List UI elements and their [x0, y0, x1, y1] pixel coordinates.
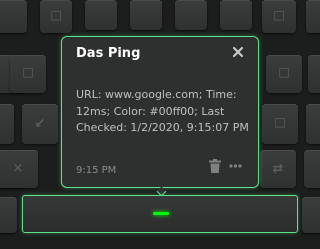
key	[220, 0, 252, 30]
key-glyph-icon: ⇄	[272, 161, 284, 177]
key	[0, 0, 27, 33]
ping-key[interactable]	[22, 195, 298, 233]
key	[0, 197, 17, 233]
popup-title: Das Ping	[76, 46, 141, 61]
key: ☐	[10, 55, 46, 93]
key-glyph-icon: ✕	[12, 161, 24, 177]
key: ⇄	[260, 150, 296, 188]
key	[304, 150, 320, 188]
key	[302, 197, 320, 233]
key-glyph-icon: ↙	[34, 116, 46, 132]
key: ☐	[262, 104, 298, 144]
key	[306, 104, 320, 144]
popup-details: URL: www.google.com; Time: 12ms; Color: …	[76, 88, 249, 134]
more-icon[interactable]	[229, 163, 242, 169]
key: ↙	[22, 104, 58, 144]
key-glyph-icon: ☐	[278, 66, 290, 82]
ping-status-led	[153, 212, 169, 215]
trash-icon[interactable]	[209, 159, 221, 173]
key: ☐	[40, 0, 72, 33]
key-glyph-icon: ☐	[50, 9, 62, 24]
key	[85, 0, 117, 30]
key-glyph-icon: ☐	[273, 9, 285, 24]
key	[130, 0, 162, 30]
key	[308, 55, 320, 93]
key: ☐	[262, 0, 296, 33]
key-glyph-icon: ☐	[22, 66, 34, 82]
key: ☐	[266, 55, 302, 93]
key: ✕	[0, 150, 38, 188]
key	[306, 0, 320, 33]
key-glyph-icon: ☐	[274, 116, 286, 132]
close-icon[interactable]	[231, 45, 245, 59]
key	[175, 0, 207, 30]
ping-popup: Das Ping URL: www.google.com; Time: 12ms…	[61, 36, 259, 188]
popup-timestamp: 9:15 PM	[76, 165, 117, 176]
key	[0, 104, 14, 144]
